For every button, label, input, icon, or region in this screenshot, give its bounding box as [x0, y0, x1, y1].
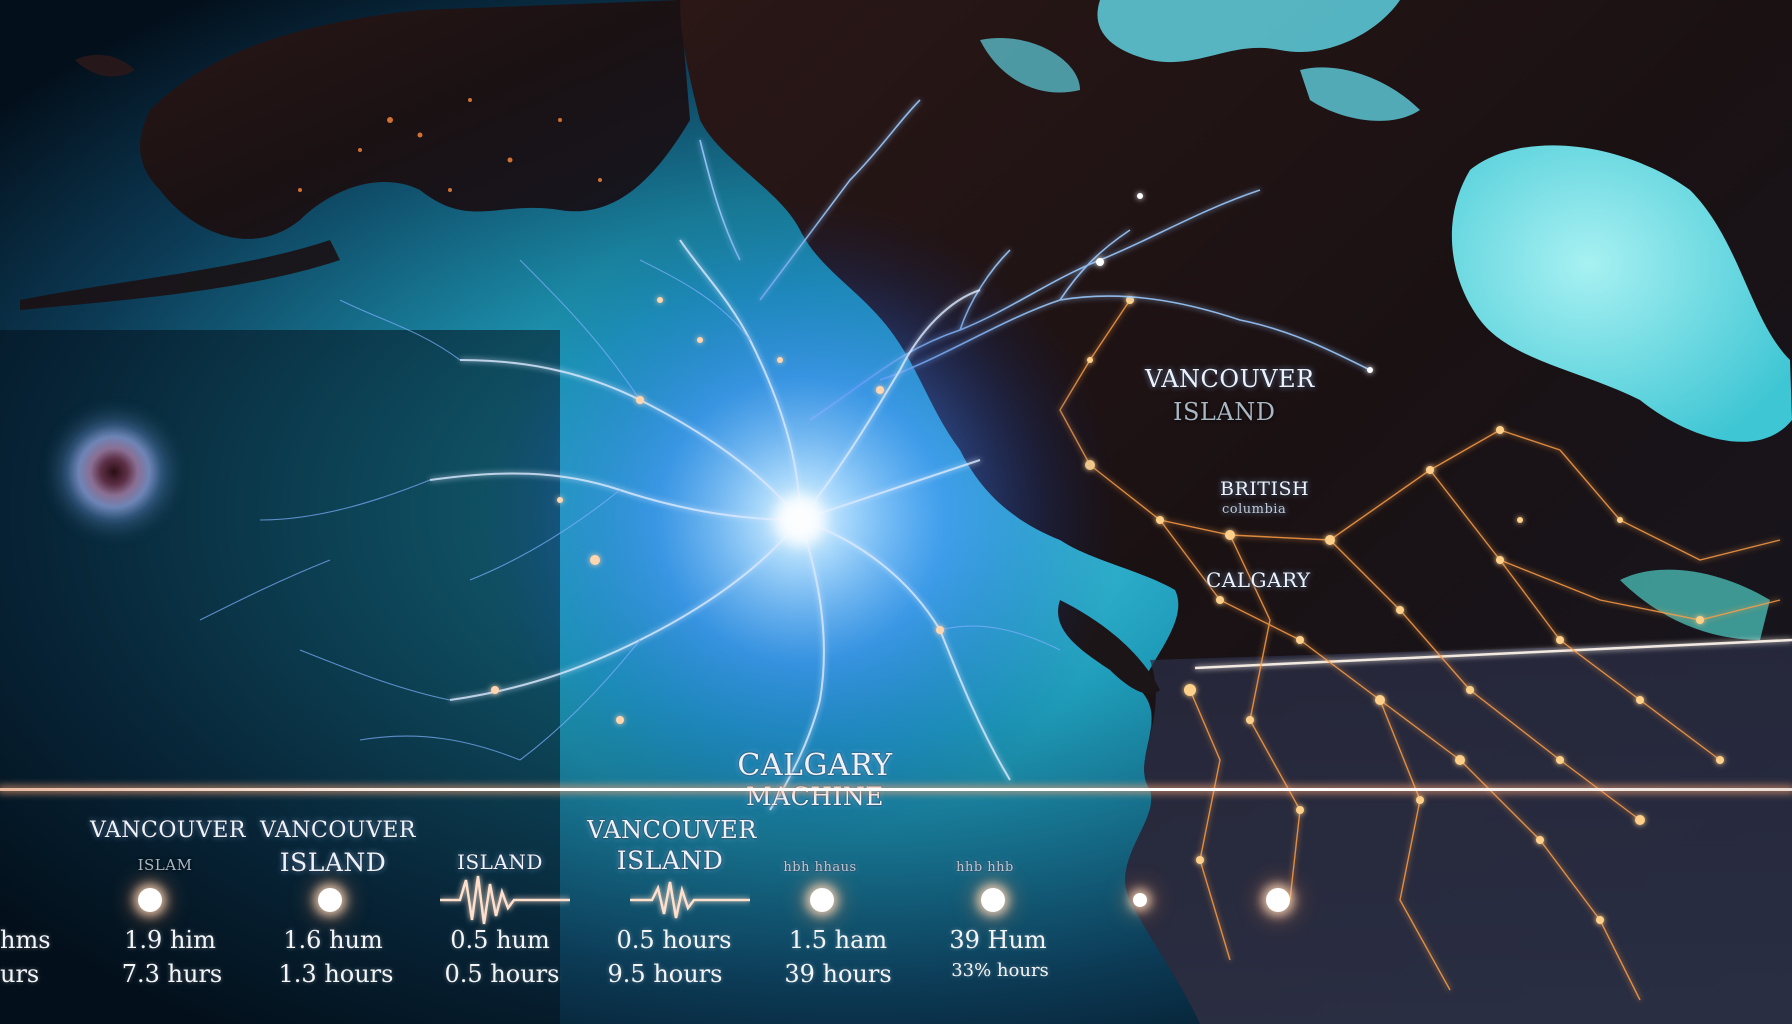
- time-row1-0: hms: [0, 926, 51, 954]
- timeline-stop-1[interactable]: [138, 888, 162, 912]
- time-row2-2: 1.3 hours: [278, 960, 394, 988]
- map-label-british: BRITISH: [1220, 478, 1310, 500]
- map-label-calgary: CALGARY: [1206, 568, 1311, 592]
- map-label-calgary-machine-line1: CALGARY: [737, 748, 893, 783]
- stop-label-5-line2: hbh hhaus: [783, 860, 857, 875]
- seismic-wave-icon-2: [630, 881, 750, 919]
- vortex-core: [774, 494, 826, 546]
- stop-label-6-line2: hhb hhb: [956, 860, 1014, 875]
- timeline-stop-5[interactable]: [1133, 893, 1147, 907]
- time-row1-4: 0.5 hours: [616, 926, 732, 954]
- stop-label-1-line1: VANCOUVER: [90, 818, 246, 843]
- time-row2-6: 33% hours: [951, 960, 1049, 981]
- map-label-vancouver: VANCOUVER: [1145, 365, 1315, 393]
- map-label-british-sub: columbia: [1222, 502, 1287, 517]
- stop-label-1-line2: ISLAM: [137, 856, 193, 874]
- timeline-stop-6[interactable]: [1266, 888, 1290, 912]
- time-row2-4: 9.5 hours: [607, 960, 723, 988]
- timeline-stop-3[interactable]: [810, 888, 834, 912]
- time-row1-6: 39 Hum: [949, 926, 1047, 954]
- wormhole-icon: [62, 420, 166, 524]
- time-row2-0: urs: [0, 960, 40, 988]
- stop-label-4-line2: ISLAND: [616, 846, 724, 875]
- stop-label-2-line1: VANCOUVER: [260, 818, 416, 843]
- seismic-wave-icon-1: [440, 875, 570, 925]
- map-background: [0, 0, 1792, 1024]
- stop-label-2-line2: ISLAND: [279, 848, 387, 877]
- timeline-track: [0, 788, 1792, 791]
- time-row2-5: 39 hours: [784, 960, 892, 988]
- stop-label-4-line1: VANCOUVER: [587, 816, 757, 844]
- timeline-stop-2[interactable]: [318, 888, 342, 912]
- time-row1-3: 0.5 hum: [450, 926, 550, 954]
- time-row1-2: 1.6 hum: [283, 926, 383, 954]
- map-scene: VANCOUVER ISLAND BRITISH columbia CALGAR…: [0, 0, 1792, 1024]
- timeline-stop-4[interactable]: [981, 888, 1005, 912]
- stop-label-3-line2: ISLAND: [457, 850, 543, 874]
- time-row1-5: 1.5 ham: [788, 926, 888, 954]
- time-row2-1: 7.3 hurs: [121, 960, 223, 988]
- map-label-island: ISLAND: [1173, 398, 1276, 426]
- time-row1-1: 1.9 him: [124, 926, 216, 954]
- map-label-calgary-machine-line2: MACHINE: [745, 782, 885, 811]
- time-row2-3: 0.5 hours: [444, 960, 560, 988]
